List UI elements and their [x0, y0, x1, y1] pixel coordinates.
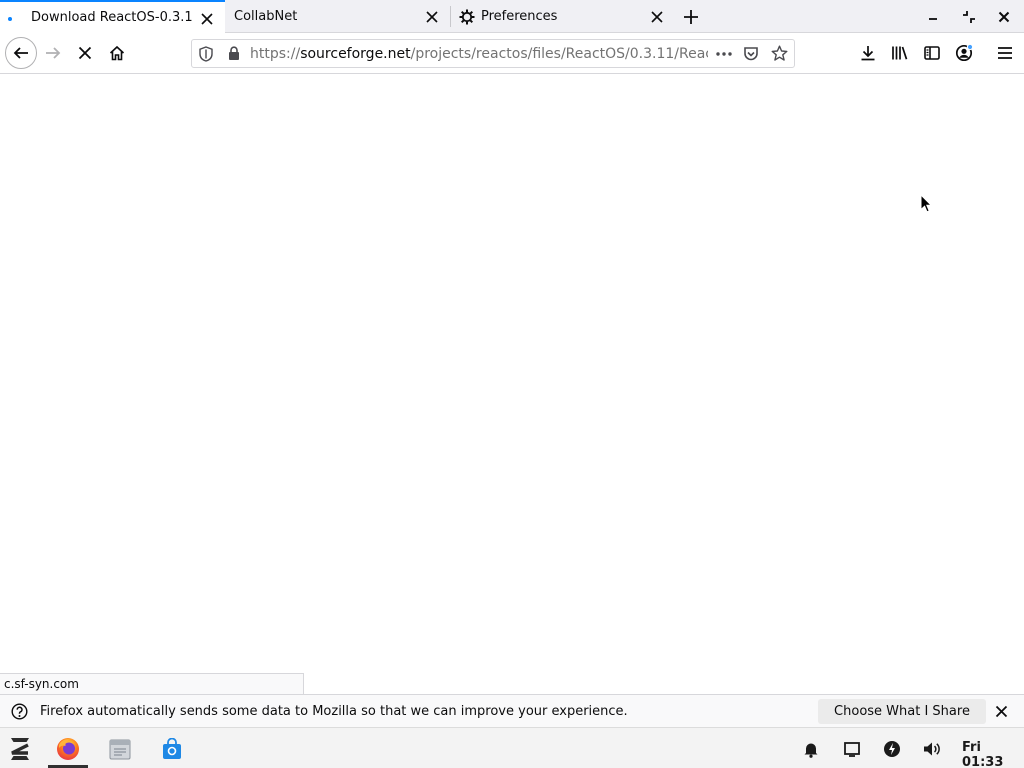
tab-bar: Download ReactOS-0.3.11 CollabNet Prefer… — [0, 0, 1024, 33]
status-link-preview: c.sf-syn.com — [0, 673, 304, 694]
tab-title: Preferences — [481, 9, 558, 24]
tracking-protection-shield-icon[interactable] — [199, 46, 213, 66]
question-mark-icon — [11, 703, 28, 724]
zorin-menu-icon[interactable] — [6, 736, 34, 762]
mouse-pointer-icon — [920, 193, 933, 217]
url-text[interactable]: https://sourceforge.net/projects/reactos… — [250, 46, 708, 62]
navigation-toolbar: https://sourceforge.net/projects/reactos… — [0, 33, 1024, 74]
power-icon[interactable] — [879, 736, 905, 762]
minimize-window-button[interactable] — [924, 8, 942, 26]
pocket-icon[interactable] — [743, 46, 759, 66]
screen-icon[interactable] — [839, 736, 865, 762]
tab-title: CollabNet — [234, 9, 298, 24]
tab-download-reactos[interactable]: Download ReactOS-0.3.11 — [0, 0, 225, 33]
close-window-button[interactable] — [995, 8, 1013, 26]
tab-collabnet[interactable]: CollabNet — [225, 0, 450, 33]
url-bar[interactable]: https://sourceforge.net/projects/reactos… — [191, 39, 795, 68]
notification-message: Firefox automatically sends some data to… — [40, 704, 628, 719]
library-button[interactable] — [885, 38, 915, 68]
stop-loading-button[interactable] — [70, 38, 100, 68]
bookmark-star-icon[interactable] — [771, 45, 788, 66]
page-actions-more-icon[interactable] — [715, 46, 733, 66]
clock[interactable]: Fri 01:33 — [962, 740, 1024, 768]
home-button[interactable] — [102, 38, 132, 68]
taskbar: Fri 01:33 — [0, 727, 1024, 768]
app-menu-button[interactable] — [990, 38, 1020, 68]
software-store-icon[interactable] — [159, 736, 185, 762]
gear-icon — [459, 9, 475, 25]
bell-icon[interactable] — [798, 736, 824, 762]
new-tab-button[interactable] — [681, 7, 701, 27]
close-tab-icon[interactable] — [424, 9, 440, 25]
tab-preferences[interactable]: Preferences — [451, 0, 675, 33]
close-tab-icon[interactable] — [199, 11, 215, 27]
forward-button[interactable] — [38, 38, 68, 68]
account-button[interactable] — [949, 38, 979, 68]
lock-icon[interactable] — [228, 46, 240, 65]
back-button[interactable] — [5, 37, 37, 69]
firefox-icon[interactable] — [55, 736, 81, 762]
restore-window-button[interactable] — [960, 8, 978, 26]
downloads-button[interactable] — [853, 38, 883, 68]
volume-icon[interactable] — [919, 736, 945, 762]
close-tab-icon[interactable] — [649, 9, 665, 25]
tab-title: Download ReactOS-0.3.11 — [31, 10, 193, 25]
data-reporting-notification: Firefox automatically sends some data to… — [0, 694, 1024, 727]
sidebar-toggle-button[interactable] — [917, 38, 947, 68]
loading-dot-icon — [8, 17, 12, 21]
files-icon[interactable] — [107, 736, 133, 762]
close-notification-icon[interactable] — [995, 705, 1009, 719]
page-content — [0, 74, 1024, 694]
choose-what-i-share-button[interactable]: Choose What I Share — [818, 699, 986, 724]
